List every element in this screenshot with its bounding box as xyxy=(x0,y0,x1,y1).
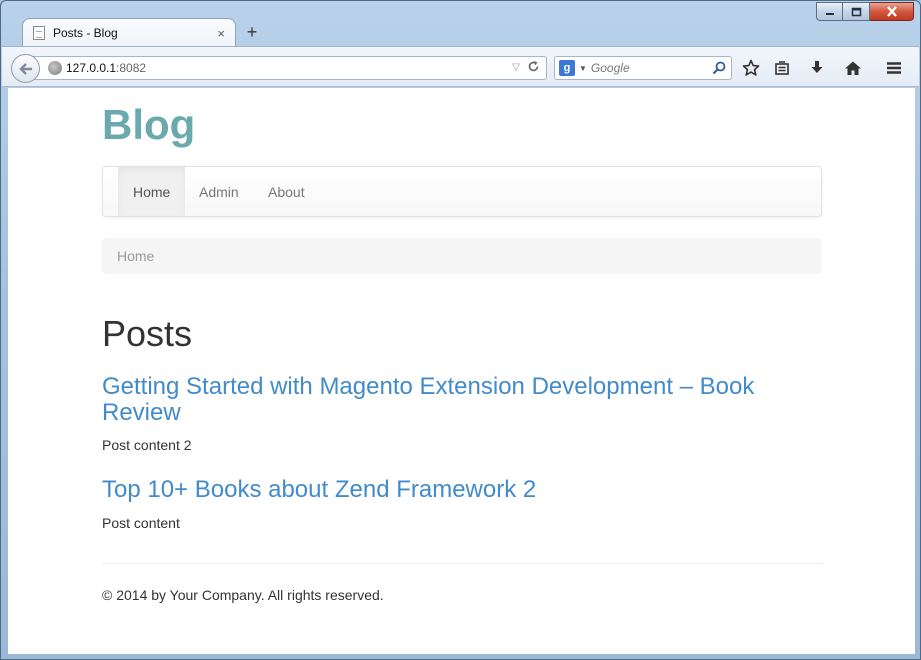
tab-title: Posts - Blog xyxy=(53,26,118,40)
reload-icon[interactable] xyxy=(527,60,540,76)
post-content: Post content xyxy=(102,515,180,531)
close-icon xyxy=(886,6,897,17)
search-input[interactable]: Google xyxy=(591,61,712,75)
navbar: Home Admin About xyxy=(102,166,822,217)
nav-item-home[interactable]: Home xyxy=(118,167,186,216)
menu-icon[interactable] xyxy=(885,59,903,77)
page-content: Blog Home Admin About Home Posts Getting… xyxy=(8,88,915,654)
post-title-link[interactable]: Getting Started with Magento Extension D… xyxy=(102,374,792,426)
brand-logo[interactable]: Blog xyxy=(102,104,195,146)
window-controls xyxy=(816,2,914,21)
tab-close-icon[interactable]: × xyxy=(217,26,225,41)
breadcrumb: Home xyxy=(102,238,822,274)
footer-copyright: © 2014 by Your Company. All rights reser… xyxy=(102,587,384,603)
bookmark-star-icon[interactable] xyxy=(742,59,760,77)
downloads-icon[interactable] xyxy=(808,59,826,77)
restore-button[interactable] xyxy=(843,2,870,21)
restore-icon xyxy=(851,7,861,16)
google-icon[interactable]: g xyxy=(559,60,575,76)
bookmarks-menu-icon[interactable] xyxy=(773,59,791,77)
new-tab-button[interactable]: + xyxy=(242,22,262,43)
url-bar[interactable]: 127.0.0.1 :8082 ▽ xyxy=(33,56,547,80)
navigation-toolbar: 127.0.0.1 :8082 ▽ g ▼ Google xyxy=(2,46,919,87)
back-button[interactable] xyxy=(11,54,40,83)
url-host: 127.0.0.1 xyxy=(66,61,117,75)
page-icon xyxy=(33,26,45,40)
search-bar[interactable]: g ▼ Google xyxy=(554,56,732,80)
minimize-button[interactable] xyxy=(816,2,843,21)
search-icon[interactable] xyxy=(712,61,726,75)
minimize-icon xyxy=(825,12,834,15)
history-dropdown-icon[interactable]: ▽ xyxy=(512,62,520,73)
footer-divider xyxy=(102,563,822,564)
nav-item-admin[interactable]: Admin xyxy=(184,167,254,216)
engine-dropdown-icon[interactable]: ▼ xyxy=(579,64,587,73)
globe-icon xyxy=(48,61,62,75)
close-window-button[interactable] xyxy=(870,2,914,21)
page-title: Posts xyxy=(102,313,193,354)
url-port: :8082 xyxy=(116,61,147,75)
browser-window: Posts - Blog × + 127.0.0.1 :8082 ▽ g ▼ G… xyxy=(0,0,921,660)
nav-item-about[interactable]: About xyxy=(253,167,320,216)
breadcrumb-item-home: Home xyxy=(117,248,155,264)
post-content: Post content 2 xyxy=(102,437,192,453)
home-icon[interactable] xyxy=(844,59,862,77)
post-title-link[interactable]: Top 10+ Books about Zend Framework 2 xyxy=(102,477,792,503)
back-arrow-icon xyxy=(18,62,32,75)
tab-posts-blog[interactable]: Posts - Blog × xyxy=(22,18,236,47)
